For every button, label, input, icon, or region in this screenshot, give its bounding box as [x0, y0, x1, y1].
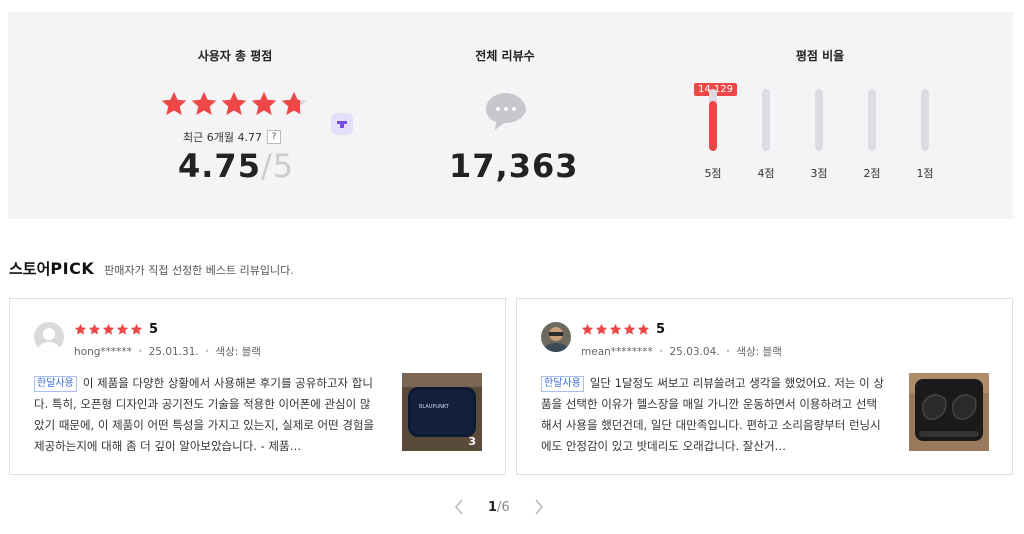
- review-date: 25.01.31.: [148, 345, 199, 358]
- help-button[interactable]: ?: [266, 130, 281, 144]
- review-photo[interactable]: BLAUPUNKT 3: [402, 373, 482, 451]
- pick-title-bold: PICK: [50, 259, 95, 278]
- usage-tag: 한달사용: [34, 376, 77, 392]
- ratio-bar-2: [868, 89, 876, 151]
- usage-tag: 한달사용: [541, 376, 584, 392]
- star-icon: [609, 323, 622, 335]
- review-photo[interactable]: [909, 373, 989, 451]
- store-pick-title: 스토어PICK: [9, 258, 94, 279]
- review-score: 5: [149, 322, 159, 337]
- star-icon: [581, 323, 594, 335]
- ratio-bar-3: [815, 89, 823, 151]
- ratio-bar-fill: [709, 100, 717, 151]
- star-icon: [221, 91, 247, 115]
- review-text[interactable]: 한달사용 일단 1달정도 써보고 리뷰쓸려고 생각을 했었어요. 저는 이 상품을…: [541, 373, 886, 457]
- star-icon: [88, 323, 101, 335]
- ratio-title: 평점 비율: [795, 49, 845, 63]
- badge-icon[interactable]: [331, 113, 353, 135]
- review-stars: 5: [74, 322, 158, 337]
- ratio-label-2: 2점: [863, 167, 881, 180]
- separator-dot: •: [137, 347, 143, 356]
- star-icon: [74, 323, 87, 335]
- separator-dot: •: [658, 347, 664, 356]
- separator-dot: •: [204, 347, 210, 356]
- average-score: 4.75/5: [178, 147, 294, 185]
- ratio-bar-4: [762, 89, 770, 151]
- star-icon: [130, 323, 143, 335]
- ratio-bar-5: [709, 89, 717, 151]
- star-icon: [102, 323, 115, 335]
- star-half-icon: [281, 91, 307, 115]
- avatar: [34, 322, 64, 352]
- star-icon: [595, 323, 608, 335]
- review-text[interactable]: 한달사용 이 제품을 다양한 상황에서 사용해본 후기를 공유하고자 합니다. 특…: [34, 373, 379, 457]
- rating-stars: [160, 90, 308, 118]
- review-body: 이 제품을 다양한 상황에서 사용해본 후기를 공유하고자 합니다. 특히, 오…: [34, 376, 375, 453]
- recent-rating-label: 최근 6개월 4.77: [183, 131, 262, 144]
- review-option: 색상: 블랙: [736, 346, 782, 358]
- store-pick-subtitle: 판매자가 직접 선정한 베스트 리뷰입니다.: [104, 264, 294, 277]
- speech-bubble-icon: [486, 93, 526, 130]
- review-score: 5: [656, 322, 666, 337]
- chevron-left-icon[interactable]: [452, 498, 466, 516]
- score-slash: /: [260, 147, 273, 185]
- total-reviews-count: 17,363: [449, 147, 579, 185]
- star-icon: [161, 91, 187, 115]
- separator-dot: •: [725, 347, 731, 356]
- recent-rating: 최근 6개월 4.77 ?: [183, 129, 281, 145]
- total-pages: 6: [501, 499, 510, 515]
- review-card[interactable]: 5 mean******** • 25.03.04. • 색상: 블랙 한달사용…: [516, 298, 1013, 475]
- star-icon: [251, 91, 277, 115]
- review-user: hong******: [74, 345, 132, 358]
- star-icon: [116, 323, 129, 335]
- star-icon: [191, 91, 217, 115]
- pagination: 1/6: [452, 498, 546, 516]
- chevron-right-icon[interactable]: [532, 498, 546, 516]
- ratio-label-4: 4점: [757, 167, 775, 180]
- review-body: 일단 1달정도 써보고 리뷰쓸려고 생각을 했었어요. 저는 이 상품을 선택한…: [541, 376, 884, 453]
- review-date: 25.03.04.: [669, 345, 720, 358]
- ratio-label-3: 3점: [810, 167, 828, 180]
- ratio-bar-1: [921, 89, 929, 151]
- star-icon: [623, 323, 636, 335]
- review-card[interactable]: 5 hong****** • 25.01.31. • 색상: 블랙 한달사용 이 …: [9, 298, 506, 475]
- photo-brand-text: BLAUPUNKT: [419, 404, 450, 410]
- page-indicator: 1/6: [488, 500, 510, 515]
- reviews-title: 전체 리뷰수: [475, 49, 535, 63]
- ratio-label-5: 5점: [704, 167, 722, 180]
- pick-title-prefix: 스토어: [9, 260, 51, 278]
- store-pick-header: 스토어PICK 판매자가 직접 선정한 베스트 리뷰입니다.: [9, 258, 294, 279]
- review-option: 색상: 블랙: [215, 346, 261, 358]
- review-user: mean********: [581, 345, 653, 358]
- score-value: 4.75: [178, 147, 261, 185]
- review-stars: 5: [581, 322, 665, 337]
- review-meta: hong****** • 25.01.31. • 색상: 블랙: [74, 344, 261, 359]
- review-meta: mean******** • 25.03.04. • 색상: 블랙: [581, 344, 782, 359]
- ratio-label-1: 1점: [916, 167, 934, 180]
- score-max: 5: [272, 147, 295, 185]
- star-icon: [637, 323, 650, 335]
- current-page: 1: [488, 499, 498, 515]
- avatar: [541, 322, 571, 352]
- photo-count: 3: [468, 435, 476, 448]
- rating-title: 사용자 총 평점: [197, 49, 273, 63]
